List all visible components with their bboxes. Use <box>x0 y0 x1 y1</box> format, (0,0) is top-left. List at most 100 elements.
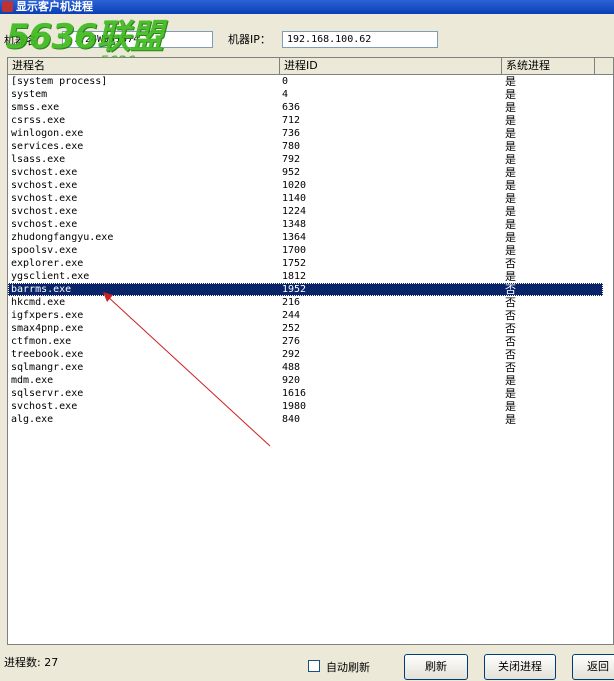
column-header-process-name[interactable]: 进程名 <box>8 58 280 74</box>
table-row[interactable]: smss.exe 636 是 <box>8 101 603 114</box>
process-id-cell: 1812 <box>282 271 307 282</box>
process-name-cell: smax4pnp.exe <box>11 323 84 334</box>
table-row[interactable]: igfxpers.exe 244 否 <box>8 309 603 322</box>
app-icon <box>2 1 13 12</box>
process-name-cell: spoolsv.exe <box>11 245 78 256</box>
process-name-cell: sqlservr.exe <box>11 388 84 399</box>
process-id-cell: 780 <box>282 141 301 152</box>
system-process-cell: 是 <box>505 101 516 114</box>
back-button[interactable]: 返回 <box>572 654 614 680</box>
table-row[interactable]: mdm.exe 920 是 <box>8 374 603 387</box>
table-row[interactable]: svchost.exe 1980 是 <box>8 400 603 413</box>
system-process-cell: 否 <box>505 335 516 348</box>
table-row[interactable]: svchost.exe 1348 是 <box>8 218 603 231</box>
system-process-cell: 否 <box>505 309 516 322</box>
list-header: 进程名 进程ID 系统进程 <box>8 58 613 75</box>
column-header-process-id[interactable]: 进程ID <box>280 58 502 74</box>
machine-name-field[interactable]: ...24W931574 <box>62 31 213 48</box>
process-id-cell: 1020 <box>282 180 307 191</box>
machine-ip-label: 机器IP： <box>228 33 271 46</box>
table-row[interactable]: svchost.exe 952 是 <box>8 166 603 179</box>
process-name-cell: ygsclient.exe <box>11 271 90 282</box>
process-id-cell: 952 <box>282 167 301 178</box>
kill-process-button[interactable]: 关闭进程 <box>484 654 556 680</box>
system-process-cell: 是 <box>505 244 516 257</box>
process-name-cell: winlogon.exe <box>11 128 84 139</box>
process-id-cell: 1224 <box>282 206 307 217</box>
process-id-cell: 920 <box>282 375 301 386</box>
process-id-cell: 1752 <box>282 258 307 269</box>
process-name-cell: sqlmangr.exe <box>11 362 84 373</box>
process-name-cell: system <box>11 89 48 100</box>
process-id-cell: 292 <box>282 349 301 360</box>
system-process-cell: 是 <box>505 270 516 283</box>
process-name-cell: alg.exe <box>11 414 54 425</box>
system-process-cell: 是 <box>505 153 516 166</box>
table-row[interactable]: system 4 是 <box>8 88 603 101</box>
table-row[interactable]: sqlservr.exe 1616 是 <box>8 387 603 400</box>
refresh-button[interactable]: 刷新 <box>404 654 468 680</box>
column-header-filler <box>595 58 613 74</box>
process-list[interactable]: 进程名 进程ID 系统进程 [system process] 0 是 system 4 是… <box>7 57 614 645</box>
process-id-cell: 1700 <box>282 245 307 256</box>
table-row[interactable]: ygsclient.exe 1812 是 <box>8 270 603 283</box>
table-row[interactable]: services.exe 780 是 <box>8 140 603 153</box>
system-process-cell: 否 <box>505 348 516 361</box>
table-row[interactable]: sqlmangr.exe 488 否 <box>8 361 603 374</box>
window-title: 显示客户机进程 <box>16 0 93 13</box>
system-process-cell: 是 <box>505 374 516 387</box>
system-process-cell: 否 <box>505 361 516 374</box>
process-id-cell: 1364 <box>282 232 307 243</box>
table-row[interactable]: winlogon.exe 736 是 <box>8 127 603 140</box>
process-id-cell: 488 <box>282 362 301 373</box>
auto-refresh-label[interactable]: 自动刷新 <box>326 659 370 675</box>
table-row[interactable]: ctfmon.exe 276 否 <box>8 335 603 348</box>
table-row[interactable]: lsass.exe 792 是 <box>8 153 603 166</box>
process-name-cell: [system process] <box>11 76 108 87</box>
column-header-system-process[interactable]: 系统进程 <box>502 58 595 74</box>
process-name-cell: svchost.exe <box>11 180 78 191</box>
title-bar[interactable]: 显示客户机进程 <box>0 0 614 14</box>
system-process-cell: 否 <box>505 283 516 296</box>
process-name-cell: barrms.exe <box>11 284 72 295</box>
table-row[interactable]: alg.exe 840 是 <box>8 413 603 426</box>
table-row[interactable]: svchost.exe 1140 是 <box>8 192 603 205</box>
process-name-cell: svchost.exe <box>11 206 78 217</box>
process-id-cell: 1140 <box>282 193 307 204</box>
table-row[interactable]: svchost.exe 1020 是 <box>8 179 603 192</box>
system-process-cell: 否 <box>505 322 516 335</box>
system-process-cell: 是 <box>505 413 516 426</box>
process-name-cell: treebook.exe <box>11 349 84 360</box>
process-id-cell: 276 <box>282 336 301 347</box>
process-name-cell: lsass.exe <box>11 154 66 165</box>
process-name-cell: services.exe <box>11 141 84 152</box>
process-name-cell: igfxpers.exe <box>11 310 84 321</box>
table-row[interactable]: [system process] 0 是 <box>8 75 603 88</box>
system-process-cell: 是 <box>505 127 516 140</box>
auto-refresh-checkbox[interactable] <box>308 660 320 672</box>
system-process-cell: 是 <box>505 205 516 218</box>
table-row[interactable]: spoolsv.exe 1700 是 <box>8 244 603 257</box>
process-id-cell: 4 <box>282 89 289 100</box>
table-row[interactable]: hkcmd.exe 216 否 <box>8 296 603 309</box>
process-id-cell: 1952 <box>282 284 307 295</box>
process-name-cell: smss.exe <box>11 102 60 113</box>
system-process-cell: 是 <box>505 231 516 244</box>
system-process-cell: 是 <box>505 387 516 400</box>
table-row[interactable]: treebook.exe 292 否 <box>8 348 603 361</box>
table-row[interactable]: svchost.exe 1224 是 <box>8 205 603 218</box>
system-process-cell: 是 <box>505 88 516 101</box>
process-id-cell: 736 <box>282 128 301 139</box>
table-row[interactable]: csrss.exe 712 是 <box>8 114 603 127</box>
table-row[interactable]: zhudongfangyu.exe 1364 是 <box>8 231 603 244</box>
process-id-cell: 1616 <box>282 388 307 399</box>
table-row[interactable]: smax4pnp.exe 252 否 <box>8 322 603 335</box>
process-id-cell: 244 <box>282 310 301 321</box>
system-process-cell: 是 <box>505 179 516 192</box>
machine-ip-field[interactable]: 192.168.100.62 <box>282 31 438 48</box>
process-id-cell: 792 <box>282 154 301 165</box>
system-process-cell: 是 <box>505 192 516 205</box>
table-row[interactable]: barrms.exe 1952 否 <box>8 283 603 296</box>
table-row[interactable]: explorer.exe 1752 否 <box>8 257 603 270</box>
process-id-cell: 840 <box>282 414 301 425</box>
